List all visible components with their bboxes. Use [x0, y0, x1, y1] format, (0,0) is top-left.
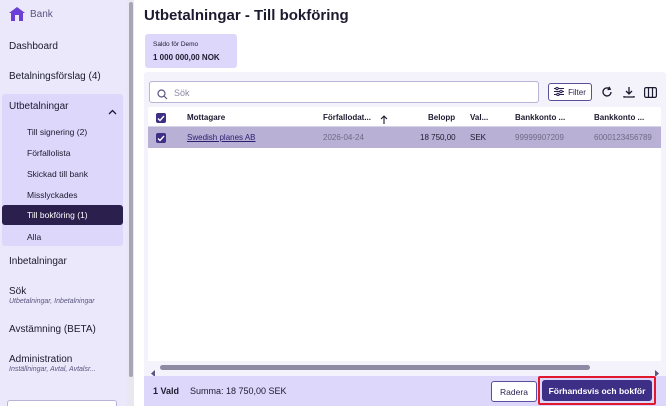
balance-value: 1 000 000,00 NOK — [153, 53, 220, 62]
balance-card: Saldo för Demo 1 000 000,00 NOK — [145, 34, 237, 68]
sidebar-item-avstamning[interactable]: Avstämning (BETA) — [9, 324, 96, 335]
selected-count: 1 Vald — [153, 386, 180, 396]
sidebar-item-administration[interactable]: Administration — [9, 354, 72, 365]
filter-button[interactable]: Filter — [548, 83, 592, 101]
cell-forfallodatum: 2026-04-24 — [323, 133, 364, 142]
cell-valuta: SEK — [470, 133, 487, 142]
chevron-up-icon[interactable] — [108, 102, 117, 120]
download-icon[interactable] — [623, 85, 635, 103]
column-header-forfallodatum[interactable]: Förfallodat... — [323, 113, 371, 122]
search-input[interactable] — [174, 85, 524, 100]
column-header-valuta[interactable]: Val... — [470, 113, 488, 122]
sidebar-item-dashboard[interactable]: Dashboard — [9, 41, 58, 52]
sidebar-subitem-skickad-till-bank[interactable]: Skickad till bank — [27, 169, 88, 179]
sidebar-item-utbetalningar[interactable]: Utbetalningar — [9, 101, 68, 112]
sidebar-subitem-alla[interactable]: Alla — [27, 232, 41, 242]
column-header-mottagare[interactable]: Mottagare — [187, 113, 225, 122]
cell-belopp: 18 750,00 — [420, 133, 456, 142]
filter-label: Filter — [568, 87, 586, 97]
sidebar-item-inbetalningar[interactable]: Inbetalningar — [9, 256, 67, 267]
brand-name: Bank — [30, 8, 53, 20]
sidebar-item-betalningsforslag[interactable]: Betalningsförslag (4) — [9, 71, 101, 82]
sidebar-subitem-misslyckades[interactable]: Misslyckades — [27, 190, 78, 200]
cell-bankkonto-1: 99999907209 — [515, 133, 564, 142]
brand[interactable]: Bank — [9, 7, 53, 21]
delete-button[interactable]: Radera — [491, 381, 537, 402]
cell-mottagare-link[interactable]: Swedish planes AB — [187, 133, 256, 142]
selected-sum: Summa: 18 750,00 SEK — [190, 386, 287, 396]
sidebar-item-sok-subtext: Utbetalningar, Inbetalningar — [9, 298, 95, 305]
preview-and-book-button[interactable]: Förhandsvis och bokför — [542, 380, 652, 401]
refresh-icon[interactable] — [601, 85, 613, 103]
column-header-bankkonto-2[interactable]: Bankkonto ... — [594, 113, 644, 122]
sidebar-item-administration-subtext: Inställningar, Avtal, Avtalsr... — [9, 366, 96, 373]
column-header-belopp[interactable]: Belopp — [428, 113, 455, 122]
page-title: Utbetalningar - Till bokföring — [144, 7, 349, 24]
column-header-bankkonto-1[interactable]: Bankkonto ... — [515, 113, 565, 122]
horizontal-scrollbar[interactable] — [160, 365, 590, 370]
balance-label: Saldo för Demo — [153, 41, 199, 48]
row-checkbox[interactable] — [156, 133, 166, 143]
cell-bankkonto-2: 6000123456789 — [594, 133, 652, 142]
columns-icon[interactable] — [644, 85, 658, 103]
sidebar-subitem-till-signering[interactable]: Till signering (2) — [27, 127, 87, 137]
sliders-icon — [554, 86, 565, 98]
sidebar-subitem-till-bokforing[interactable]: Till bokföring (1) — [27, 210, 88, 220]
search-icon — [157, 87, 168, 105]
sidebar-subitem-forfallolista[interactable]: Förfallolista — [27, 148, 70, 158]
select-all-checkbox[interactable] — [156, 113, 166, 123]
sidebar-item-sok[interactable]: Sök — [9, 286, 26, 297]
sidebar-scrollbar[interactable] — [129, 2, 133, 377]
sidebar-bottom-button[interactable] — [7, 400, 117, 406]
house-icon — [9, 7, 25, 21]
search-box — [149, 81, 539, 103]
